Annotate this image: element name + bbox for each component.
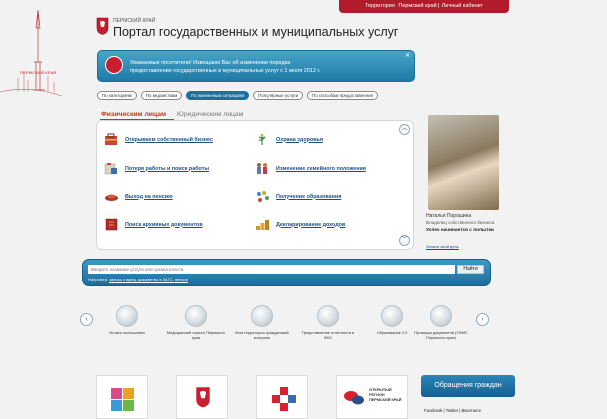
quick-service-education[interactable]: Образование 2.0 [362, 305, 422, 335]
service-label: Декларирование доходов [276, 221, 346, 228]
tax-report-icon [317, 305, 339, 327]
service-item-family[interactable]: Изменение семейного положения [255, 162, 366, 175]
filter-by-department[interactable]: По ведомствам [140, 91, 183, 100]
profile-photo[interactable] [428, 115, 499, 210]
quick-service-label: Образование 2.0 [376, 330, 408, 335]
person-name: Наталья Порошина [426, 213, 472, 219]
footer-banner-cross[interactable] [256, 375, 308, 419]
carousel-next-icon[interactable]: › [476, 313, 489, 326]
quick-service-label: Уплата госпошлины [109, 330, 145, 335]
notice-line-2: предоставления государственных и муницип… [130, 68, 321, 74]
quick-service-label: Медицинский портал Пермского края [166, 330, 226, 340]
region-skyline-logo [0, 9, 63, 97]
citizen-appeals-button[interactable]: Обращения граждан [421, 375, 515, 397]
payment-icon [116, 305, 138, 327]
service-label: Изменение семейного положения [276, 165, 366, 172]
quick-service-civic[interactable]: Моя территория гражданский контроль [232, 305, 292, 340]
success-slogan: Успех начинается с попытки [426, 228, 494, 233]
service-label: Потеря работы и поиск работы [125, 165, 209, 172]
service-item-archive[interactable]: Поиск архивных документов [104, 218, 203, 231]
service-item-pension[interactable]: Выход на пенсию [104, 190, 173, 203]
filter-by-life-situation[interactable]: По жизненным ситуациям [186, 91, 250, 100]
filter-tabs: По категориям По ведомствам По жизненным… [97, 91, 378, 100]
service-label: Выход на пенсию [125, 193, 173, 200]
tab-legal-entities[interactable]: Юридическим лицам [177, 111, 243, 118]
search-button[interactable]: Найти [457, 265, 484, 274]
service-label: Открываем собственный бизнес [125, 136, 213, 143]
quick-service-label: Проверка документов (УФМС Пермского края… [414, 330, 468, 340]
service-item-education[interactable]: Получение образования [255, 190, 341, 203]
service-item-job[interactable]: Потеря работы и поиск работы [104, 162, 209, 175]
filter-by-category[interactable]: По категориям [97, 91, 137, 100]
territory-label: Территория [364, 3, 395, 9]
tab-individuals[interactable]: Физическим лицам [101, 111, 166, 118]
header-region-label: ПЕРМСКИЙ КРАЙ [113, 18, 156, 24]
business-icon [105, 133, 117, 145]
quick-service-label: Моя территория гражданский контроль [235, 330, 289, 340]
close-icon[interactable]: ✕ [405, 52, 410, 59]
open-region-text: ОТКРЫТЫЙ РЕГИОН ПЕРМСКИЙ КРАЙ [369, 388, 402, 402]
social-links[interactable]: Facebook | Twitter | Вконтакте [424, 408, 481, 413]
quick-service-tax[interactable]: Представление отчетности в ФНС [298, 305, 358, 340]
region-link[interactable]: Пермский край [398, 3, 436, 9]
service-label: Поиск архивных документов [125, 221, 203, 228]
service-item-health[interactable]: Охрана здоровья [255, 133, 323, 146]
job-search-icon [104, 163, 117, 175]
scroll-down-icon[interactable]: ﹀ [399, 235, 410, 246]
red-cross-logo-icon [272, 387, 296, 411]
search-input[interactable] [88, 265, 455, 274]
perm-crest-icon[interactable] [96, 17, 109, 35]
scroll-up-icon[interactable]: ︿ [399, 124, 410, 135]
medical-portal-icon [185, 305, 207, 327]
footer-banner-crest[interactable] [176, 375, 228, 419]
person-role: Владелец собственного бизнеса [426, 220, 495, 225]
education-portal-icon [381, 305, 403, 327]
footer-banner-puzzle[interactable] [96, 375, 148, 419]
notice-line-1: Уважаемые посетители! Извещаем Вас об из… [130, 60, 291, 66]
carousel-prev-icon[interactable]: ‹ [80, 313, 93, 326]
search-example-prefix: Например: [88, 277, 109, 282]
page-title: Портал государственных и муниципальных у… [113, 25, 399, 39]
health-icon [258, 133, 266, 145]
service-item-income-declaration[interactable]: Декларирование доходов [255, 218, 345, 231]
search-example: Например: запись к врачу, документы в ЗА… [88, 277, 188, 282]
service-item-business[interactable]: Открываем собственный бизнес [104, 133, 213, 146]
search-example-links[interactable]: запись к врачу, документы в ЗАГС, пенсия [109, 277, 188, 282]
notice-text: Уважаемые посетители! Извещаем Вас об из… [130, 59, 400, 75]
top-bar: Территория Пермский край| Личный кабинет [339, 0, 509, 13]
personal-cabinet-link[interactable]: Личный кабинет [442, 3, 483, 9]
crest-icon [196, 387, 210, 408]
quick-service-label: Представление отчетности в ФНС [301, 330, 355, 340]
filter-popular[interactable]: Популярные услуги [253, 91, 304, 100]
archive-icon [105, 218, 118, 231]
education-icon [257, 191, 269, 202]
pension-icon [105, 194, 118, 201]
story-link[interactable]: Записи свой день [426, 244, 459, 249]
quick-service-medical[interactable]: Медицинский портал Пермского края [166, 305, 226, 340]
footer-banner-open-region[interactable]: ОТКРЫТЫЙ РЕГИОН ПЕРМСКИЙ КРАЙ [336, 375, 408, 419]
puzzle-icon [111, 388, 134, 411]
side-region-caption: ПЕРМСКИЙ КРАЙ [20, 70, 57, 75]
family-icon [257, 163, 267, 174]
service-label: Получение образования [276, 193, 342, 200]
service-label: Охрана здоровья [276, 136, 323, 143]
speech-bubbles-icon [344, 391, 364, 405]
document-check-icon [430, 305, 452, 327]
civic-control-icon [251, 305, 273, 327]
income-declaration-icon [256, 220, 269, 230]
quick-service-documents[interactable]: Проверка документов (УФМС Пермского края… [414, 305, 468, 340]
quick-service-payment[interactable]: Уплата госпошлины [97, 305, 157, 335]
filter-by-method[interactable]: По способам предоставления [307, 91, 378, 100]
crest-badge-icon [105, 56, 123, 74]
